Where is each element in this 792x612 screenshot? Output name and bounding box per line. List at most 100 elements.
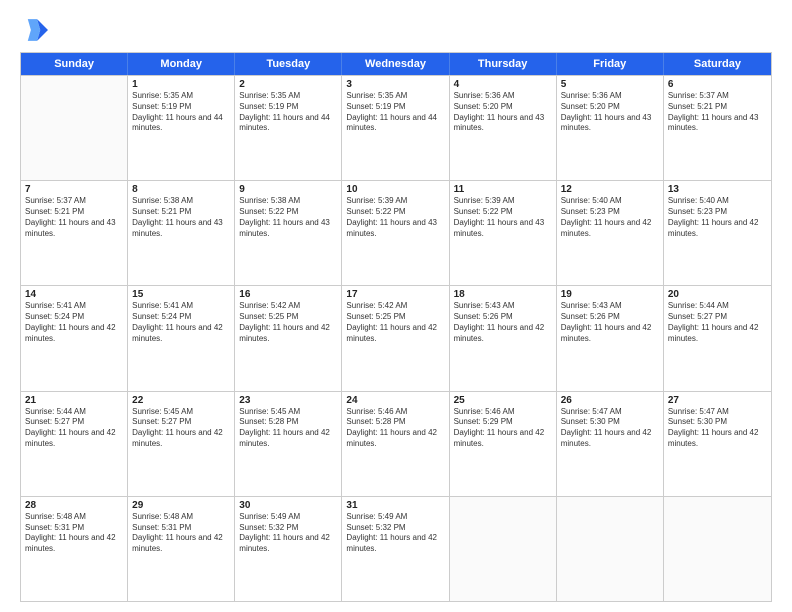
day-info: Sunrise: 5:35 AM Sunset: 5:19 PM Dayligh…: [346, 91, 444, 134]
day-cell-7: 7Sunrise: 5:37 AM Sunset: 5:21 PM Daylig…: [21, 181, 128, 285]
day-info: Sunrise: 5:45 AM Sunset: 5:28 PM Dayligh…: [239, 407, 337, 450]
header-cell-monday: Monday: [128, 53, 235, 75]
day-number: 31: [346, 500, 444, 511]
header-cell-tuesday: Tuesday: [235, 53, 342, 75]
day-number: 16: [239, 289, 337, 300]
logo: [20, 16, 52, 44]
day-info: Sunrise: 5:38 AM Sunset: 5:21 PM Dayligh…: [132, 196, 230, 239]
header-cell-wednesday: Wednesday: [342, 53, 449, 75]
day-number: 30: [239, 500, 337, 511]
day-info: Sunrise: 5:47 AM Sunset: 5:30 PM Dayligh…: [561, 407, 659, 450]
day-number: 3: [346, 79, 444, 90]
day-info: Sunrise: 5:48 AM Sunset: 5:31 PM Dayligh…: [25, 512, 123, 555]
day-info: Sunrise: 5:39 AM Sunset: 5:22 PM Dayligh…: [454, 196, 552, 239]
week-row-3: 14Sunrise: 5:41 AM Sunset: 5:24 PM Dayli…: [21, 285, 771, 390]
day-number: 8: [132, 184, 230, 195]
day-number: 26: [561, 395, 659, 406]
day-cell-15: 15Sunrise: 5:41 AM Sunset: 5:24 PM Dayli…: [128, 286, 235, 390]
day-info: Sunrise: 5:49 AM Sunset: 5:32 PM Dayligh…: [239, 512, 337, 555]
day-number: 17: [346, 289, 444, 300]
week-row-2: 7Sunrise: 5:37 AM Sunset: 5:21 PM Daylig…: [21, 180, 771, 285]
empty-cell: [557, 497, 664, 601]
day-info: Sunrise: 5:39 AM Sunset: 5:22 PM Dayligh…: [346, 196, 444, 239]
day-number: 2: [239, 79, 337, 90]
day-number: 12: [561, 184, 659, 195]
day-cell-24: 24Sunrise: 5:46 AM Sunset: 5:28 PM Dayli…: [342, 392, 449, 496]
calendar-body: 1Sunrise: 5:35 AM Sunset: 5:19 PM Daylig…: [21, 75, 771, 601]
day-info: Sunrise: 5:42 AM Sunset: 5:25 PM Dayligh…: [239, 301, 337, 344]
day-number: 13: [668, 184, 767, 195]
day-number: 18: [454, 289, 552, 300]
day-info: Sunrise: 5:47 AM Sunset: 5:30 PM Dayligh…: [668, 407, 767, 450]
day-info: Sunrise: 5:40 AM Sunset: 5:23 PM Dayligh…: [668, 196, 767, 239]
day-info: Sunrise: 5:38 AM Sunset: 5:22 PM Dayligh…: [239, 196, 337, 239]
day-cell-28: 28Sunrise: 5:48 AM Sunset: 5:31 PM Dayli…: [21, 497, 128, 601]
day-info: Sunrise: 5:48 AM Sunset: 5:31 PM Dayligh…: [132, 512, 230, 555]
day-info: Sunrise: 5:46 AM Sunset: 5:29 PM Dayligh…: [454, 407, 552, 450]
calendar-header: SundayMondayTuesdayWednesdayThursdayFrid…: [21, 53, 771, 75]
day-number: 25: [454, 395, 552, 406]
day-cell-6: 6Sunrise: 5:37 AM Sunset: 5:21 PM Daylig…: [664, 76, 771, 180]
day-cell-5: 5Sunrise: 5:36 AM Sunset: 5:20 PM Daylig…: [557, 76, 664, 180]
header-cell-sunday: Sunday: [21, 53, 128, 75]
day-info: Sunrise: 5:35 AM Sunset: 5:19 PM Dayligh…: [239, 91, 337, 134]
day-info: Sunrise: 5:44 AM Sunset: 5:27 PM Dayligh…: [668, 301, 767, 344]
day-cell-9: 9Sunrise: 5:38 AM Sunset: 5:22 PM Daylig…: [235, 181, 342, 285]
day-info: Sunrise: 5:36 AM Sunset: 5:20 PM Dayligh…: [454, 91, 552, 134]
day-info: Sunrise: 5:44 AM Sunset: 5:27 PM Dayligh…: [25, 407, 123, 450]
day-number: 27: [668, 395, 767, 406]
page: SundayMondayTuesdayWednesdayThursdayFrid…: [0, 0, 792, 612]
day-cell-19: 19Sunrise: 5:43 AM Sunset: 5:26 PM Dayli…: [557, 286, 664, 390]
header-cell-friday: Friday: [557, 53, 664, 75]
empty-cell: [450, 497, 557, 601]
header-cell-saturday: Saturday: [664, 53, 771, 75]
day-number: 14: [25, 289, 123, 300]
day-cell-30: 30Sunrise: 5:49 AM Sunset: 5:32 PM Dayli…: [235, 497, 342, 601]
day-number: 20: [668, 289, 767, 300]
header-cell-thursday: Thursday: [450, 53, 557, 75]
day-cell-12: 12Sunrise: 5:40 AM Sunset: 5:23 PM Dayli…: [557, 181, 664, 285]
day-cell-16: 16Sunrise: 5:42 AM Sunset: 5:25 PM Dayli…: [235, 286, 342, 390]
day-number: 6: [668, 79, 767, 90]
day-number: 23: [239, 395, 337, 406]
day-number: 10: [346, 184, 444, 195]
day-cell-2: 2Sunrise: 5:35 AM Sunset: 5:19 PM Daylig…: [235, 76, 342, 180]
day-cell-8: 8Sunrise: 5:38 AM Sunset: 5:21 PM Daylig…: [128, 181, 235, 285]
day-number: 15: [132, 289, 230, 300]
day-cell-10: 10Sunrise: 5:39 AM Sunset: 5:22 PM Dayli…: [342, 181, 449, 285]
day-cell-4: 4Sunrise: 5:36 AM Sunset: 5:20 PM Daylig…: [450, 76, 557, 180]
day-number: 4: [454, 79, 552, 90]
day-number: 11: [454, 184, 552, 195]
day-info: Sunrise: 5:37 AM Sunset: 5:21 PM Dayligh…: [668, 91, 767, 134]
day-cell-20: 20Sunrise: 5:44 AM Sunset: 5:27 PM Dayli…: [664, 286, 771, 390]
day-info: Sunrise: 5:41 AM Sunset: 5:24 PM Dayligh…: [132, 301, 230, 344]
day-info: Sunrise: 5:42 AM Sunset: 5:25 PM Dayligh…: [346, 301, 444, 344]
day-cell-14: 14Sunrise: 5:41 AM Sunset: 5:24 PM Dayli…: [21, 286, 128, 390]
day-number: 22: [132, 395, 230, 406]
day-cell-11: 11Sunrise: 5:39 AM Sunset: 5:22 PM Dayli…: [450, 181, 557, 285]
day-number: 9: [239, 184, 337, 195]
day-info: Sunrise: 5:37 AM Sunset: 5:21 PM Dayligh…: [25, 196, 123, 239]
week-row-4: 21Sunrise: 5:44 AM Sunset: 5:27 PM Dayli…: [21, 391, 771, 496]
day-cell-1: 1Sunrise: 5:35 AM Sunset: 5:19 PM Daylig…: [128, 76, 235, 180]
day-info: Sunrise: 5:40 AM Sunset: 5:23 PM Dayligh…: [561, 196, 659, 239]
week-row-1: 1Sunrise: 5:35 AM Sunset: 5:19 PM Daylig…: [21, 75, 771, 180]
day-info: Sunrise: 5:43 AM Sunset: 5:26 PM Dayligh…: [561, 301, 659, 344]
day-number: 21: [25, 395, 123, 406]
day-info: Sunrise: 5:45 AM Sunset: 5:27 PM Dayligh…: [132, 407, 230, 450]
day-info: Sunrise: 5:49 AM Sunset: 5:32 PM Dayligh…: [346, 512, 444, 555]
logo-icon: [20, 16, 48, 44]
day-cell-18: 18Sunrise: 5:43 AM Sunset: 5:26 PM Dayli…: [450, 286, 557, 390]
calendar: SundayMondayTuesdayWednesdayThursdayFrid…: [20, 52, 772, 602]
day-number: 19: [561, 289, 659, 300]
day-number: 29: [132, 500, 230, 511]
day-info: Sunrise: 5:36 AM Sunset: 5:20 PM Dayligh…: [561, 91, 659, 134]
day-number: 24: [346, 395, 444, 406]
day-number: 28: [25, 500, 123, 511]
header: [20, 16, 772, 44]
day-info: Sunrise: 5:41 AM Sunset: 5:24 PM Dayligh…: [25, 301, 123, 344]
day-cell-3: 3Sunrise: 5:35 AM Sunset: 5:19 PM Daylig…: [342, 76, 449, 180]
day-cell-27: 27Sunrise: 5:47 AM Sunset: 5:30 PM Dayli…: [664, 392, 771, 496]
day-info: Sunrise: 5:43 AM Sunset: 5:26 PM Dayligh…: [454, 301, 552, 344]
day-cell-31: 31Sunrise: 5:49 AM Sunset: 5:32 PM Dayli…: [342, 497, 449, 601]
